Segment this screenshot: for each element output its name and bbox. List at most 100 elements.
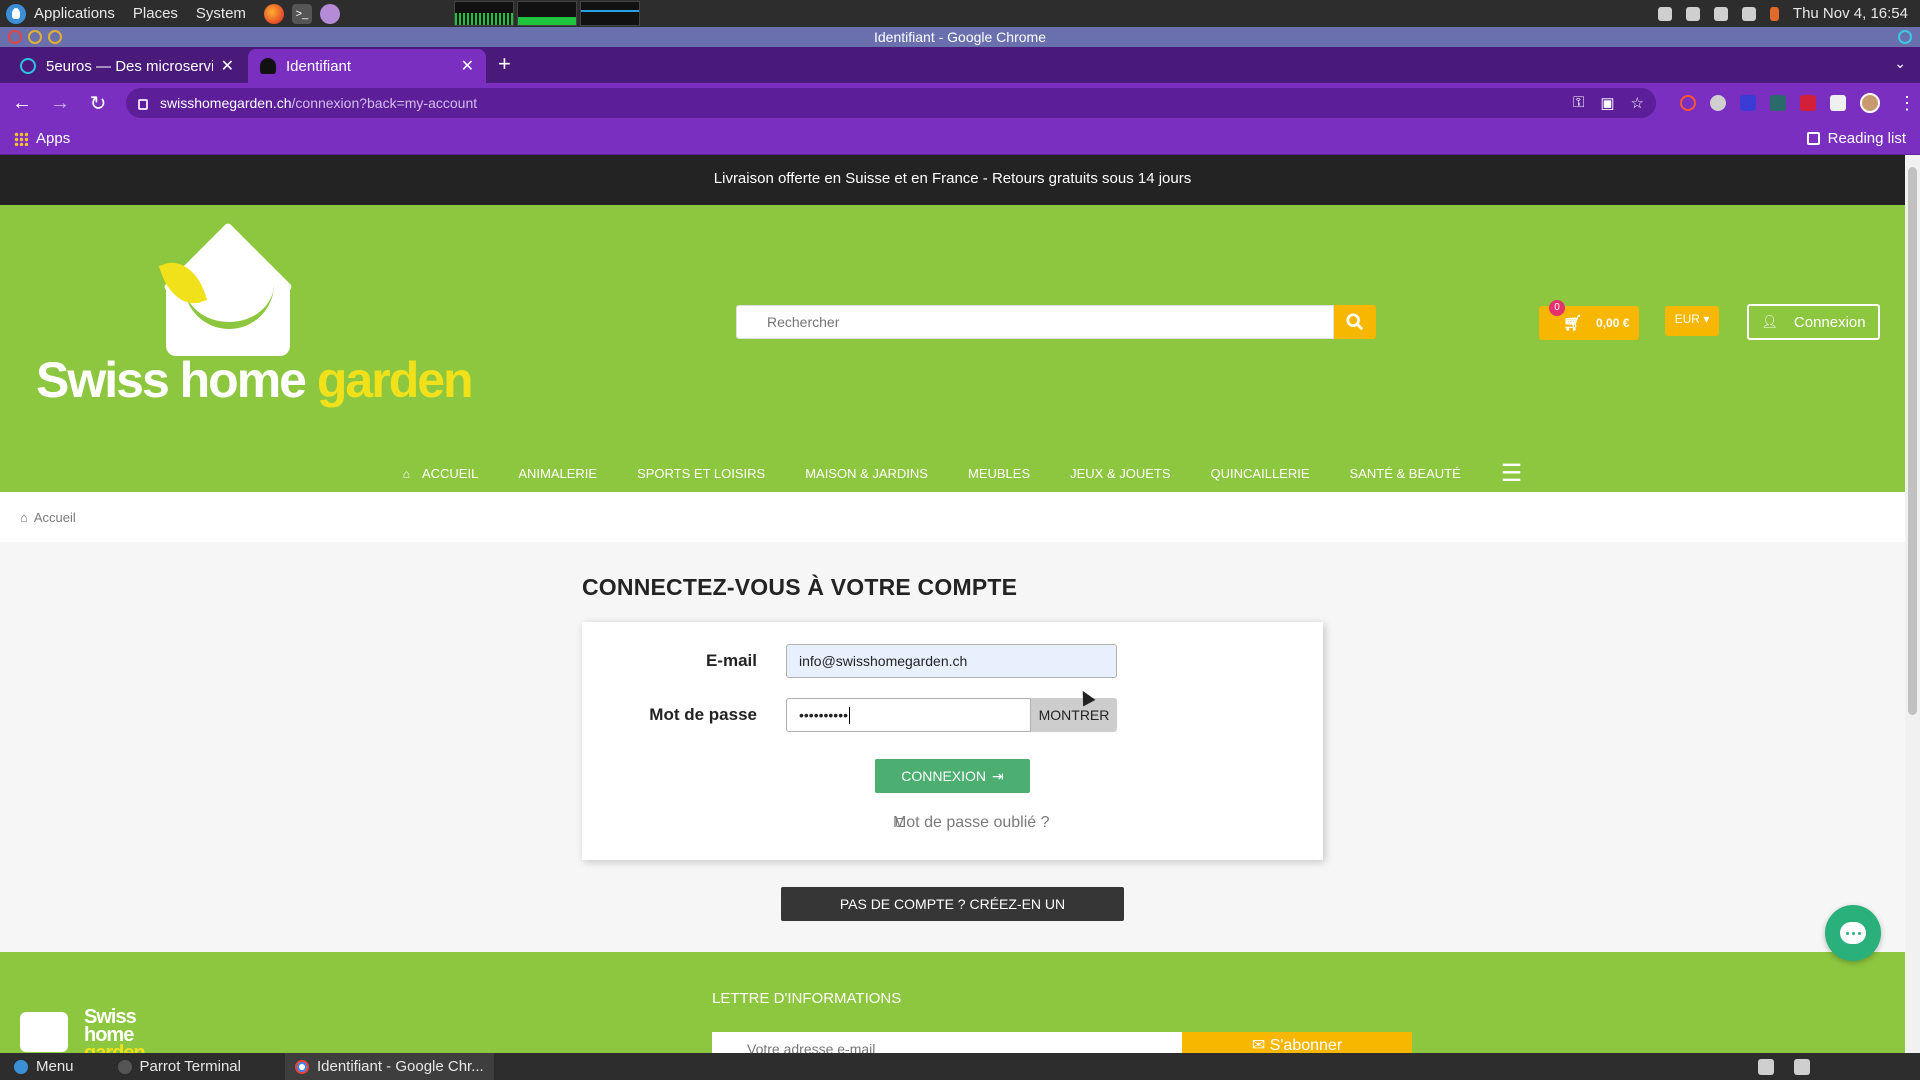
memory-monitor [516,1,577,26]
bluetooth-icon[interactable] [1657,6,1672,21]
promo-banner: Livraison offerte en Suisse et en France… [0,155,1905,205]
email-field[interactable]: info@swisshomegarden.ch [786,644,1117,678]
tab-search-chevron-icon[interactable]: ⌄ [1894,55,1906,72]
lock-icon[interactable] [138,98,148,110]
cart-count-badge: 0 [1549,300,1565,316]
forgot-password-link[interactable]: Mot de passe oublié ? [893,814,1050,831]
user-icon: 👤︎ [1761,314,1778,329]
window-maximize-button[interactable] [48,30,62,44]
new-tab-button[interactable]: + [498,51,511,77]
currency-selector[interactable]: EUR ▾ [1665,306,1719,336]
scrollbar-thumb[interactable] [1908,167,1917,715]
taskbar-menu-button[interactable]: Menu [14,1058,74,1075]
nav-item-maison-jardins[interactable]: MAISON & JARDINS [785,466,948,481]
reload-button[interactable]: ↻ [82,91,114,116]
browser-toolbar: ← → ↻ swisshomegarden.ch/connexion?back=… [0,83,1920,123]
lock-icon [895,818,905,827]
clock[interactable]: Thu Nov 4, 16:54 [1793,5,1908,22]
address-bar[interactable]: swisshomegarden.ch/connexion?back=my-acc… [126,88,1656,118]
sign-in-icon: ⇥ [992,767,1004,784]
hamburger-menu-icon[interactable]: ☰ [1501,459,1523,488]
back-button[interactable]: ← [6,92,38,115]
nav-item-sante-beaute[interactable]: SANTÉ & BEAUTÉ [1330,466,1481,481]
header-login-button[interactable]: 👤︎ Connexion [1747,304,1880,340]
newsletter-title: LETTRE D'INFORMATIONS [712,990,902,1007]
login-submit-button[interactable]: CONNEXION ⇥ [875,759,1030,793]
tab-close-icon[interactable]: ✕ [461,56,474,76]
extension-red-icon[interactable] [1800,95,1816,111]
site-search [736,305,1376,339]
create-account-button[interactable]: PAS DE COMPTE ? CRÉEZ-EN UN [781,887,1124,921]
show-password-button[interactable]: MONTRER [1031,698,1117,732]
battery-icon[interactable] [1769,6,1779,21]
firefox-launcher-icon[interactable] [263,3,284,24]
nav-item-sports-loisirs[interactable]: SPORTS ET LOISIRS [617,466,785,481]
taskbar-chrome[interactable]: Identifiant - Google Chr... [284,1053,494,1080]
search-input[interactable] [736,305,1334,339]
window-extra-button[interactable] [1898,30,1912,44]
newsletter-email-input[interactable] [712,1032,1182,1053]
key-icon[interactable]: ⚿ [1573,94,1584,112]
page-title: CONNECTEZ-VOUS À VOTRE COMPTE [582,574,1018,600]
tab-close-icon[interactable]: ✕ [221,56,234,76]
terminal-launcher-icon[interactable]: >_ [291,3,312,24]
site-footer: Swisshomegarden LETTRE D'INFORMATIONS ✉ … [0,952,1905,1053]
taskbar-terminal[interactable]: Parrot Terminal [117,1058,241,1075]
window-minimize-button[interactable] [28,30,42,44]
applications-menu[interactable]: Applications [34,5,115,22]
web-page: Livraison offerte en Suisse et en France… [0,155,1905,1053]
extension-gear-icon[interactable] [1710,95,1726,111]
footer-house-icon [20,1012,68,1052]
parrot-logo-icon[interactable] [6,3,26,24]
network-monitor [579,1,640,26]
nav-item-quincaillerie[interactable]: QUINCAILLERIE [1191,466,1330,481]
nav-item-jeux-jouets[interactable]: JEUX & JOUETS [1050,466,1190,481]
cart-button[interactable]: 0 🛒︎ 0,00 € [1539,300,1639,340]
workspace-switcher-icon[interactable] [1758,1058,1774,1075]
extension-teal-icon[interactable] [1770,95,1786,111]
taskbar-tray [1758,1058,1810,1075]
breadcrumb-accueil-link[interactable]: Accueil [34,510,76,525]
system-menu[interactable]: System [196,5,246,22]
chat-widget-button[interactable] [1825,905,1881,961]
translate-icon[interactable]: ▣ [1600,94,1614,112]
wifi-icon[interactable] [1741,6,1756,21]
page-scrollbar[interactable] [1905,155,1920,1053]
search-button[interactable] [1334,305,1376,339]
password-label: Mot de passe [649,705,757,724]
login-submit-label: CONNEXION [901,768,987,784]
tab-5euros[interactable]: 5euros — Des microservic ✕ [8,49,246,83]
volume-icon[interactable] [1713,6,1728,21]
forward-button[interactable]: → [44,92,76,115]
footer-logo[interactable]: Swiss home garden [20,1007,146,1053]
extension-blue-icon[interactable] [1740,95,1756,111]
nav-item-animalerie[interactable]: ANIMALERIE [498,466,617,481]
main-navigation: ⌂ ACCUEIL ANIMALERIE SPORTS ET LOISIRS MA… [0,459,1905,488]
apps-bookmark[interactable]: Apps [36,130,70,147]
nav-item-accueil[interactable]: ⌂ ACCUEIL [383,466,499,481]
system-tray: Thu Nov 4, 16:54 [1657,5,1908,22]
apps-grid-icon[interactable] [14,131,28,146]
extension-icons: ⋮ [1680,93,1916,114]
subscribe-button[interactable]: ✉ S'abonner [1182,1032,1412,1053]
window-close-button[interactable] [8,30,22,44]
password-field[interactable]: •••••••••• [786,698,1031,732]
notes-launcher-icon[interactable] [319,3,340,24]
reading-list-label: Reading list [1827,130,1906,147]
forgot-password-row: Mot de passe oublié ? [582,814,1323,832]
currency-value: EUR [1674,312,1700,326]
bookmark-star-icon[interactable]: ☆ [1631,94,1644,112]
places-menu[interactable]: Places [133,5,178,22]
nav-item-meubles[interactable]: MEUBLES [948,466,1050,481]
login-form-card: E-mail info@swisshomegarden.ch Mot de pa… [582,622,1323,860]
envelope-icon: ✉ [1251,1037,1266,1053]
display-icon[interactable] [1685,6,1700,21]
5euros-favicon-icon [20,58,36,74]
profile-avatar[interactable] [1860,93,1880,113]
chrome-menu-icon[interactable]: ⋮ [1898,93,1916,114]
tab-identifiant[interactable]: Identifiant ✕ [248,49,486,83]
chrome-tray-icon[interactable] [1794,1058,1810,1075]
extension-red-circle-icon[interactable] [1680,95,1696,111]
extensions-puzzle-icon[interactable] [1830,95,1846,111]
reading-list-button[interactable]: Reading list [1806,130,1906,147]
